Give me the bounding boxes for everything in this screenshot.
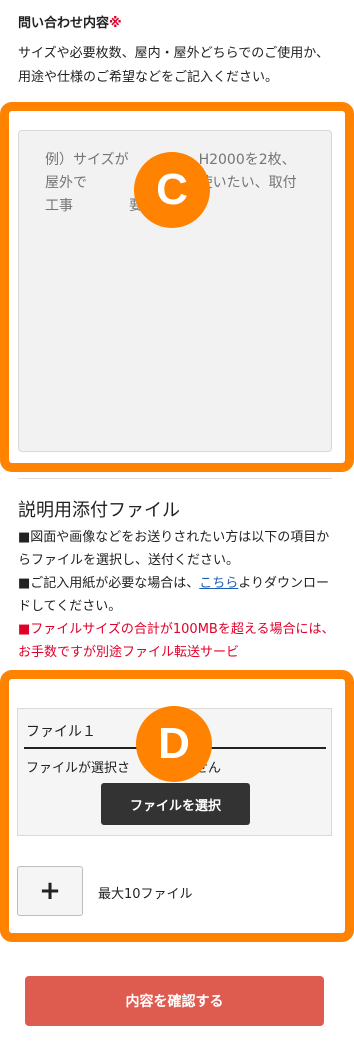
inquiry-label-text: 問い合わせ内容	[18, 16, 110, 31]
attachment-instructions: ■図面や画像などをお送りされたい方は以下の項目からファイルを選択し、送付ください…	[18, 526, 338, 666]
attachment-line-2: ■ご記入用紙が必要な場合は、こちらよりダウンロードしてください。	[18, 572, 338, 618]
attachment-line-2-prefix: ■ご記入用紙が必要な場合は、	[18, 576, 200, 591]
confirm-button[interactable]: 内容を確認する	[25, 976, 324, 1026]
attachment-line-3: ■ファイルサイズの合計が100MBを超える場合には、お手数ですが別途ファイル転送…	[18, 622, 335, 660]
add-file-button[interactable]: +	[17, 866, 83, 916]
attachment-title: 説明用添付ファイル	[18, 500, 180, 521]
section-divider	[18, 478, 332, 479]
annotation-badge-c: C	[134, 152, 210, 228]
inquiry-helper-text: サイズや必要枚数、屋内・屋外どちらでのご使用か、用途や仕様のご希望などをご記入く…	[18, 46, 329, 85]
download-link[interactable]: こちら	[199, 576, 238, 591]
required-mark: ※	[109, 16, 122, 31]
attachment-line-1: ■図面や画像などをお送りされたい方は以下の項目からファイルを選択し、送付ください…	[18, 530, 330, 568]
max-files-text: 最大10ファイル	[98, 887, 193, 902]
plus-icon: +	[39, 876, 61, 906]
inquiry-label: 問い合わせ内容※	[18, 12, 122, 31]
annotation-badge-d: D	[136, 706, 212, 782]
